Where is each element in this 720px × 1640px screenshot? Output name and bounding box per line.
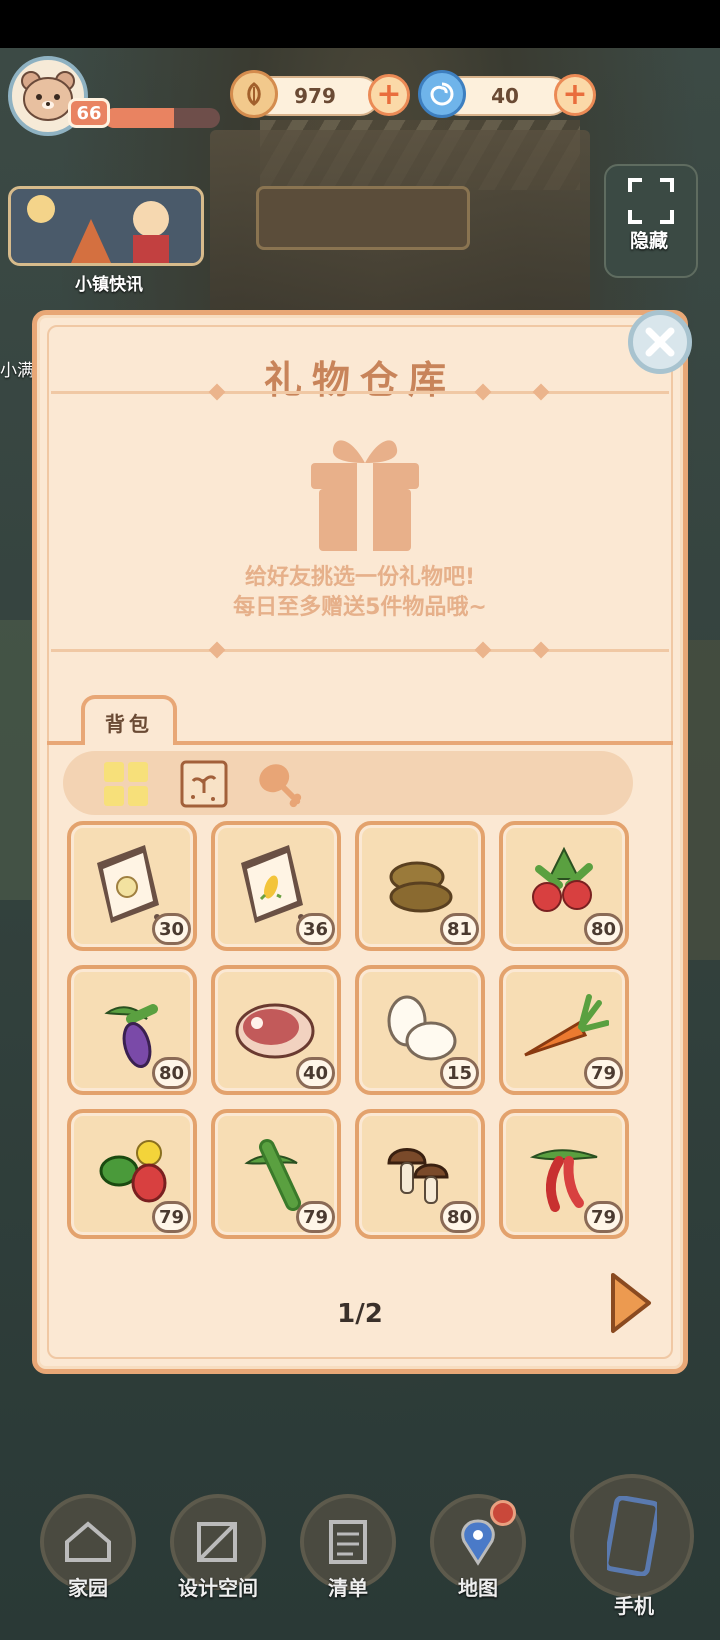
item-count: 79 xyxy=(151,1201,191,1233)
town-news-banner[interactable] xyxy=(8,186,204,266)
item-slot-eggs[interactable]: 15 xyxy=(355,965,485,1095)
drumstick-icon xyxy=(259,764,302,808)
xp-fill xyxy=(104,108,174,128)
next-page-button[interactable] xyxy=(607,1271,653,1335)
cabbage-seed-packet-icon xyxy=(97,845,160,923)
phone-icon xyxy=(607,1496,657,1576)
panel-title: 礼物仓库 xyxy=(263,358,456,402)
expand-frame-icon xyxy=(628,178,674,224)
house-icon xyxy=(65,1521,111,1562)
add-leaf-currency-button[interactable]: + xyxy=(368,74,410,116)
leaf-coin-icon xyxy=(230,70,278,118)
item-slot-chili[interactable]: 79 xyxy=(499,1109,629,1239)
item-slot-pepper[interactable]: 79 xyxy=(67,1109,197,1239)
gift-box-icon xyxy=(311,440,419,551)
item-count: 30 xyxy=(151,913,191,945)
xp-bar xyxy=(104,108,220,128)
gift-hint-line2: 每日至多赠送5件物品哦~ xyxy=(233,595,487,620)
hide-ui-button[interactable] xyxy=(604,164,698,278)
item-count: 79 xyxy=(295,1201,335,1233)
item-count: 80 xyxy=(583,913,623,945)
item-count: 80 xyxy=(151,1057,191,1089)
nav-phone-button[interactable] xyxy=(570,1474,694,1598)
currency-leaf-value: 979 xyxy=(294,84,336,108)
item-slot-cabbage-seed[interactable]: 30 xyxy=(67,821,197,951)
item-slot-strawberry[interactable]: 80 xyxy=(499,821,629,951)
level-badge: 66 xyxy=(68,98,110,128)
all-grid-icon xyxy=(104,762,148,806)
item-slot-meat[interactable]: 40 xyxy=(211,965,341,1095)
item-count: 80 xyxy=(439,1201,479,1233)
nav-map-label: 地图 xyxy=(458,1576,498,1600)
blue-swirl-gem-icon xyxy=(418,70,466,118)
add-gem-currency-button[interactable]: + xyxy=(554,74,596,116)
item-count: 36 xyxy=(295,913,335,945)
item-slot-mushroom[interactable]: 80 xyxy=(355,1109,485,1239)
page-indicator: 1/2 xyxy=(337,1299,383,1329)
item-count: 15 xyxy=(439,1057,479,1089)
hide-ui-label: 隐藏 xyxy=(629,230,668,252)
divider-middle xyxy=(51,649,669,652)
item-count: 81 xyxy=(439,913,479,945)
nav-list-label: 清单 xyxy=(328,1576,368,1600)
item-slot-carrot[interactable]: 79 xyxy=(499,965,629,1095)
nav-home-label: 家园 xyxy=(68,1576,108,1600)
nav-design-label: 设计空间 xyxy=(178,1576,258,1600)
gift-storage-panel: 礼物仓库 给好友挑选一份礼物吧! 每日至多赠送5件物品哦~ 背包 30 36 8… xyxy=(32,310,688,1374)
close-button[interactable] xyxy=(628,310,692,374)
scene-decoration-right xyxy=(686,640,720,960)
checklist-icon xyxy=(329,1520,367,1564)
seed-packet-icon xyxy=(180,760,228,808)
divider-top xyxy=(51,391,669,394)
map-pin-icon xyxy=(461,1519,495,1566)
tab-backpack[interactable]: 背包 xyxy=(81,695,177,745)
side-partial-label: 小满 xyxy=(0,361,34,381)
tab-backpack-label: 背包 xyxy=(105,711,153,736)
nav-phone-label: 手机 xyxy=(614,1594,654,1618)
house-sign xyxy=(256,186,470,250)
filter-seeds-button[interactable] xyxy=(179,759,229,809)
news-illustration-icon xyxy=(11,189,201,263)
filter-food-button[interactable] xyxy=(255,759,305,809)
item-slot-cucumber[interactable]: 79 xyxy=(211,1109,341,1239)
corn-seed-packet-icon xyxy=(241,845,304,923)
item-slot-potato[interactable]: 81 xyxy=(355,821,485,951)
town-news-label: 小镇快讯 xyxy=(75,275,143,295)
currency-gem-value: 40 xyxy=(491,84,519,108)
status-bar xyxy=(0,0,720,48)
item-count: 79 xyxy=(583,1057,623,1089)
gift-hint-line1: 给好友挑选一份礼物吧! xyxy=(244,565,476,590)
map-notification-dot xyxy=(490,1500,516,1526)
item-count: 79 xyxy=(583,1201,623,1233)
close-icon xyxy=(645,327,675,357)
item-slot-eggplant[interactable]: 80 xyxy=(67,965,197,1095)
item-slot-corn-seed[interactable]: 36 xyxy=(211,821,341,951)
filter-all-button[interactable] xyxy=(101,759,151,809)
design-ruler-icon xyxy=(197,1522,237,1562)
item-count: 40 xyxy=(295,1057,335,1089)
